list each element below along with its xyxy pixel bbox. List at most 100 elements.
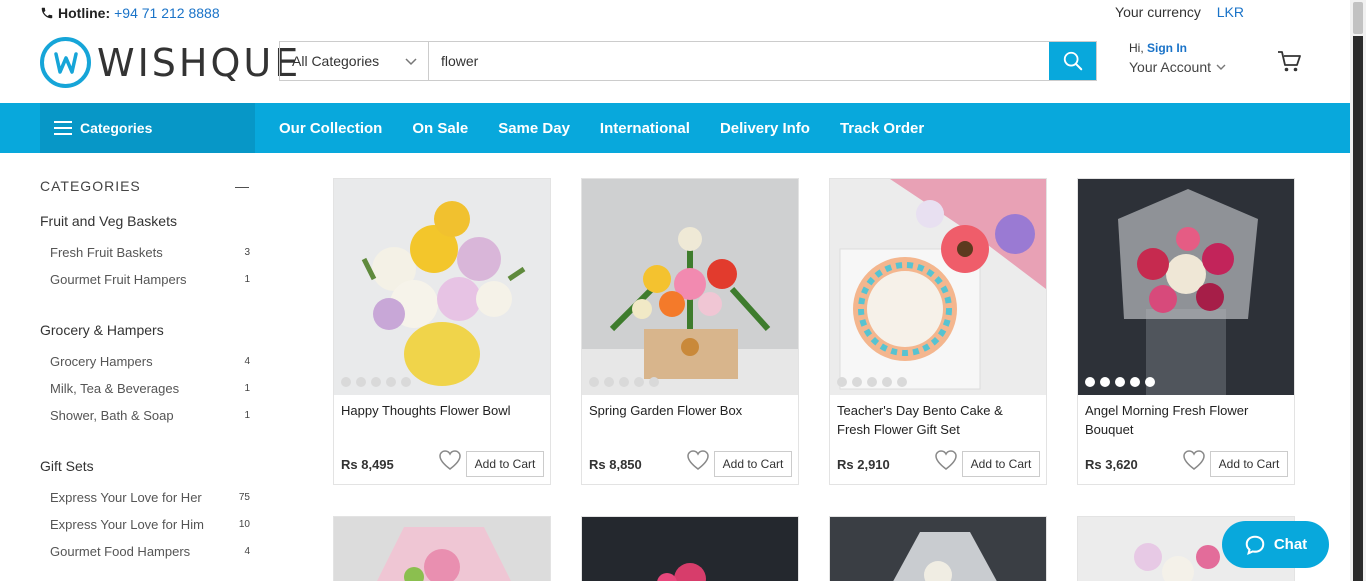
category-group-title[interactable]: Gift Sets [40, 458, 250, 474]
product-title[interactable]: Happy Thoughts Flower Bowl [334, 395, 550, 447]
product-card[interactable] [581, 516, 799, 581]
rating-stars [836, 376, 908, 391]
rating-stars [340, 376, 412, 391]
wishlist-button[interactable] [934, 449, 958, 476]
nav-link-on-sale[interactable]: On Sale [412, 120, 468, 137]
add-to-cart-button[interactable]: Add to Cart [962, 451, 1040, 477]
currency-value[interactable]: LKR [1217, 4, 1244, 20]
product-card[interactable] [829, 516, 1047, 581]
sign-in-link[interactable]: Sign In [1147, 41, 1187, 55]
rating-stars [1084, 376, 1156, 391]
currency-selector[interactable]: Your currency LKR [1115, 4, 1244, 20]
cart-icon [1278, 51, 1301, 72]
heart-icon [687, 450, 709, 470]
nav-link-same-day[interactable]: Same Day [498, 120, 570, 137]
wishlist-button[interactable] [1182, 449, 1206, 476]
add-to-cart-button[interactable]: Add to Cart [1210, 451, 1288, 477]
product-image[interactable] [334, 179, 550, 395]
category-item[interactable]: Fresh Fruit Baskets 3 [40, 239, 250, 266]
product-card[interactable]: Happy Thoughts Flower Bowl Rs 8,495 Add … [333, 178, 551, 485]
product-title[interactable]: Angel Morning Fresh Flower Bouquet [1078, 395, 1294, 447]
chevron-down-icon [405, 58, 417, 66]
collapse-icon[interactable]: — [235, 178, 250, 194]
top-header: Hotline: +94 71 212 8888 Your currency L… [0, 0, 1350, 103]
nav-link-track-order[interactable]: Track Order [840, 120, 924, 137]
cart-button[interactable] [1276, 48, 1302, 79]
search-button[interactable] [1049, 42, 1096, 80]
category-group-title[interactable]: Fruit and Veg Baskets [40, 213, 250, 229]
product-image[interactable] [1078, 179, 1294, 395]
category-group: Gift Sets Express Your Love for Her 75 Ex… [40, 458, 250, 565]
chat-icon [1245, 535, 1265, 555]
phone-icon [41, 7, 53, 19]
category-item-label: Milk, Tea & Beverages [50, 381, 180, 396]
category-item-count: 1 [244, 383, 250, 394]
category-item-label: Grocery Hampers [50, 354, 153, 369]
sidebar-heading: CATEGORIES — [40, 178, 250, 194]
add-to-cart-button[interactable]: Add to Cart [714, 451, 792, 477]
product-image[interactable] [830, 179, 1046, 395]
product-title[interactable]: Spring Garden Flower Box [582, 395, 798, 447]
product-price: Rs 3,620 [1085, 457, 1138, 472]
product-card[interactable] [333, 516, 551, 581]
product-card[interactable]: Spring Garden Flower Box Rs 8,850 Add to… [581, 178, 799, 485]
nav-links: Our Collection On Sale Same Day Internat… [279, 103, 924, 153]
product-image[interactable] [830, 517, 1046, 581]
currency-label: Your currency [1115, 4, 1201, 20]
category-item[interactable]: Express Your Love for Her 75 [40, 484, 250, 511]
product-price: Rs 2,910 [837, 457, 890, 472]
search-input[interactable] [429, 42, 1049, 80]
category-item-count: 10 [238, 519, 250, 530]
category-item-label: Gourmet Fruit Hampers [50, 272, 187, 287]
search-category-select[interactable]: All Categories [280, 42, 429, 80]
your-account-label[interactable]: Your Account [1129, 59, 1211, 75]
nav-link-our-collection[interactable]: Our Collection [279, 120, 382, 137]
category-item[interactable]: Milk, Tea & Beverages 1 [40, 375, 250, 402]
scrollbar-track[interactable] [1353, 36, 1363, 581]
product-title[interactable]: Teacher's Day Bento Cake & Fresh Flower … [830, 395, 1046, 447]
heart-icon [935, 450, 957, 470]
site-logo[interactable]: WISHQUE [40, 37, 301, 88]
product-image[interactable] [582, 517, 798, 581]
category-item[interactable]: Grocery Hampers 4 [40, 348, 250, 375]
category-item-label: Gourmet Food Hampers [50, 544, 191, 559]
chevron-down-icon [1216, 64, 1226, 70]
wishlist-button[interactable] [686, 449, 710, 476]
category-item-count: 4 [244, 546, 250, 557]
product-image[interactable] [582, 179, 798, 395]
product-card[interactable]: Angel Morning Fresh Flower Bouquet Rs 3,… [1077, 178, 1295, 485]
scrollbar-thumb[interactable] [1353, 2, 1363, 34]
product-price: Rs 8,850 [589, 457, 642, 472]
category-item-label: Shower, Bath & Soap [50, 408, 174, 423]
logo-mark-icon [40, 37, 91, 88]
category-item-count: 3 [244, 247, 250, 258]
search-icon [1063, 51, 1082, 71]
nav-link-delivery-info[interactable]: Delivery Info [720, 120, 810, 137]
heart-icon [1183, 450, 1205, 470]
product-image[interactable] [334, 517, 550, 581]
rating-stars [588, 376, 660, 391]
hotline-number[interactable]: +94 71 212 8888 [114, 5, 220, 21]
add-to-cart-button[interactable]: Add to Cart [466, 451, 544, 477]
wishlist-button[interactable] [438, 449, 462, 476]
category-item[interactable]: Gourmet Fruit Hampers 1 [40, 266, 250, 293]
nav-link-international[interactable]: International [600, 120, 690, 137]
categories-menu-button[interactable]: Categories [40, 103, 255, 153]
main-nav: Categories Our Collection On Sale Same D… [0, 103, 1350, 153]
page-scrollbar[interactable] [1350, 0, 1366, 581]
category-item[interactable]: Shower, Bath & Soap 1 [40, 402, 250, 429]
sidebar-title: CATEGORIES [40, 178, 141, 194]
chat-button[interactable]: Chat [1222, 521, 1329, 568]
category-item[interactable]: Express Your Love for Him 10 [40, 511, 250, 538]
category-group: Grocery & Hampers Grocery Hampers 4 Milk,… [40, 322, 250, 429]
search-category-value: All Categories [292, 53, 380, 69]
category-item-count: 75 [238, 492, 250, 503]
product-card[interactable]: Teacher's Day Bento Cake & Fresh Flower … [829, 178, 1047, 485]
category-item[interactable]: Gourmet Food Hampers 4 [40, 538, 250, 565]
category-item-label: Express Your Love for Her [50, 490, 202, 505]
account-menu[interactable]: Hi, Sign In Your Account [1129, 41, 1227, 75]
category-item-count: 4 [244, 356, 250, 367]
category-group-title[interactable]: Grocery & Hampers [40, 322, 250, 338]
heart-icon [439, 450, 461, 470]
hotline: Hotline: +94 71 212 8888 [40, 5, 220, 21]
